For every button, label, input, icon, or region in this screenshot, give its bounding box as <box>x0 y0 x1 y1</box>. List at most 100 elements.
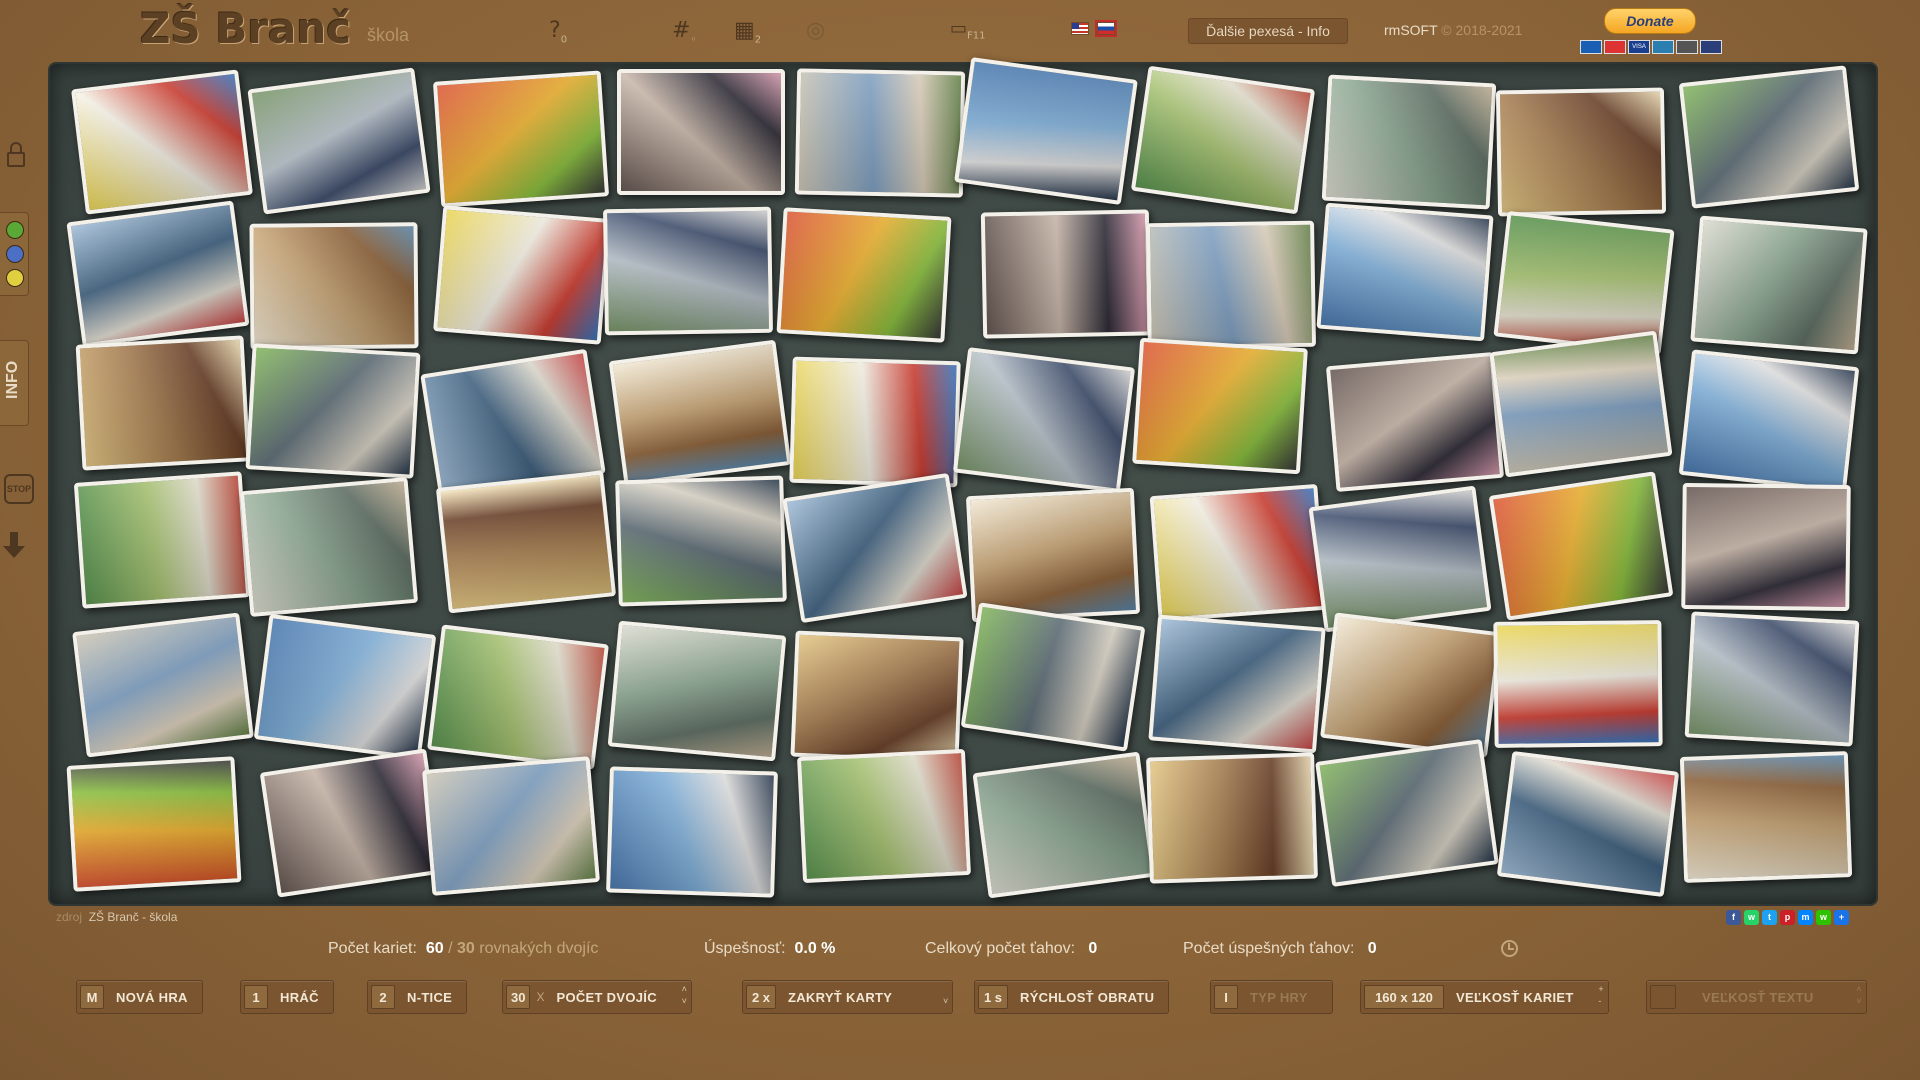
twitter-icon[interactable]: t <box>1762 910 1777 925</box>
memory-card[interactable] <box>1130 65 1315 215</box>
memory-card[interactable] <box>782 473 968 624</box>
memory-card[interactable] <box>240 477 419 617</box>
memory-card[interactable] <box>73 471 251 610</box>
hide-cards-button[interactable]: 2 x ZAKRYŤ KARTY ˅ <box>742 980 954 1014</box>
share-bar: f w t p m w + <box>1726 910 1849 925</box>
memory-card[interactable] <box>606 766 779 898</box>
memory-card[interactable] <box>1678 65 1860 209</box>
memory-card[interactable] <box>1678 349 1860 493</box>
memory-card[interactable] <box>980 208 1152 339</box>
memory-card[interactable] <box>71 612 254 758</box>
slovak-flag-icon[interactable] <box>1095 20 1117 37</box>
memory-card[interactable] <box>1149 484 1327 623</box>
hide-stepper-icon[interactable]: ˅ <box>943 983 948 1007</box>
memory-card[interactable] <box>607 620 787 762</box>
memory-card[interactable] <box>795 68 966 199</box>
memory-card[interactable] <box>776 207 952 344</box>
memory-card[interactable] <box>432 205 611 345</box>
memory-card[interactable] <box>1493 619 1663 748</box>
card-size-button[interactable]: 160 x 120 VEĽKOSŤ KARIET + - <box>1360 980 1609 1014</box>
ntice-button[interactable]: 2 N-TICE <box>367 980 468 1014</box>
memory-card[interactable] <box>66 755 242 892</box>
memory-card[interactable] <box>617 68 786 195</box>
memory-card[interactable] <box>1147 614 1326 754</box>
more-games-info-button[interactable]: Ďalšie pexesá - Info <box>1188 18 1348 44</box>
memory-card[interactable] <box>790 630 964 764</box>
memory-card[interactable] <box>614 475 787 607</box>
help-icon[interactable]: ?0 <box>549 18 567 45</box>
memory-card[interactable] <box>1679 751 1852 883</box>
memory-card[interactable] <box>608 339 791 486</box>
whatsapp-icon[interactable]: w <box>1744 910 1759 925</box>
messenger-icon[interactable]: m <box>1798 910 1813 925</box>
lock-icon[interactable] <box>0 138 28 168</box>
grid-icon[interactable]: ▦2 <box>734 18 761 45</box>
game-board <box>48 57 1878 906</box>
memory-card[interactable] <box>972 751 1156 898</box>
text-size-stepper-icon[interactable]: ˄ ˅ <box>1856 983 1861 1007</box>
yellow-dot-icon[interactable] <box>6 269 24 287</box>
memory-card[interactable] <box>1681 483 1852 612</box>
memory-card[interactable] <box>797 748 972 883</box>
download-arrow-icon[interactable] <box>0 532 28 562</box>
card-count-stat: Počet kariet: 60 / 30 rovnakých dvojíc <box>328 940 599 957</box>
memory-card[interactable] <box>960 602 1146 752</box>
pairs-stepper-icon[interactable]: ˄ ˅ <box>682 983 687 1007</box>
memory-card[interactable] <box>1320 612 1503 758</box>
flip-speed-button[interactable]: 1 s RÝCHLOSŤ OBRATU <box>974 980 1170 1014</box>
memory-card[interactable] <box>66 200 250 348</box>
memory-card[interactable] <box>965 488 1141 623</box>
sound-icon[interactable]: ◎ <box>806 18 825 43</box>
share-more-icon[interactable]: + <box>1834 910 1849 925</box>
memory-card[interactable] <box>1690 215 1868 355</box>
size-stepper-icon[interactable]: + - <box>1598 983 1603 1007</box>
memory-card[interactable] <box>433 70 610 208</box>
memory-card[interactable] <box>1495 87 1667 217</box>
memory-card[interactable] <box>602 207 773 336</box>
memory-card[interactable] <box>1489 330 1673 478</box>
memory-card[interactable] <box>1316 202 1494 341</box>
page-subtitle: škola <box>367 25 410 45</box>
facebook-icon[interactable]: f <box>1726 910 1741 925</box>
wechat-icon[interactable]: w <box>1816 910 1831 925</box>
text-size-button[interactable]: VEĽKOSŤ TEXTU ˄ ˅ <box>1646 980 1867 1014</box>
pinterest-icon[interactable]: p <box>1780 910 1795 925</box>
memory-card[interactable] <box>788 356 961 488</box>
info-tab[interactable]: INFO <box>0 340 29 426</box>
memory-card[interactable] <box>1497 751 1680 898</box>
memory-card[interactable] <box>1321 74 1497 210</box>
memory-card[interactable] <box>253 613 436 760</box>
stop-icon[interactable]: STOP <box>0 474 34 504</box>
source-line: zdroj ZŠ Branč - škola <box>56 910 178 924</box>
new-game-button[interactable]: M NOVÁ HRA <box>76 980 203 1014</box>
memory-card[interactable] <box>249 222 419 350</box>
memory-card[interactable] <box>70 69 253 215</box>
memory-card[interactable] <box>436 470 617 614</box>
memory-card[interactable] <box>1684 611 1860 747</box>
english-flag-icon[interactable] <box>1071 22 1089 35</box>
memory-card[interactable] <box>421 756 600 897</box>
memory-card[interactable] <box>1146 220 1317 350</box>
memory-card[interactable] <box>426 624 609 770</box>
donate-button[interactable]: Donate <box>1604 8 1696 34</box>
memory-card[interactable] <box>1146 751 1319 884</box>
memory-card[interactable] <box>1326 351 1505 492</box>
memory-card[interactable] <box>1489 471 1674 621</box>
memory-card[interactable] <box>1132 337 1309 475</box>
memory-card[interactable] <box>1314 738 1499 887</box>
fullscreen-icon[interactable]: ▭F11 <box>950 18 986 42</box>
memory-card[interactable] <box>260 748 445 898</box>
memory-card[interactable] <box>1308 485 1492 633</box>
memory-card[interactable] <box>953 57 1138 206</box>
memory-card[interactable] <box>953 347 1136 494</box>
pairs-count-button[interactable]: 30 X POČET DVOJÍC ˄ ˅ <box>502 980 692 1014</box>
green-dot-icon[interactable] <box>6 221 24 239</box>
memory-card[interactable] <box>245 343 421 480</box>
memory-card[interactable] <box>76 335 251 471</box>
game-type-button[interactable]: I TYP HRY <box>1210 980 1333 1014</box>
memory-card[interactable] <box>247 67 431 215</box>
hash-icon[interactable]: #◦ <box>672 18 696 45</box>
success-rate-stat: Úspešnosť: 0.0 % <box>704 940 836 957</box>
blue-dot-icon[interactable] <box>6 245 24 263</box>
player-button[interactable]: 1 HRÁČ <box>240 980 334 1014</box>
